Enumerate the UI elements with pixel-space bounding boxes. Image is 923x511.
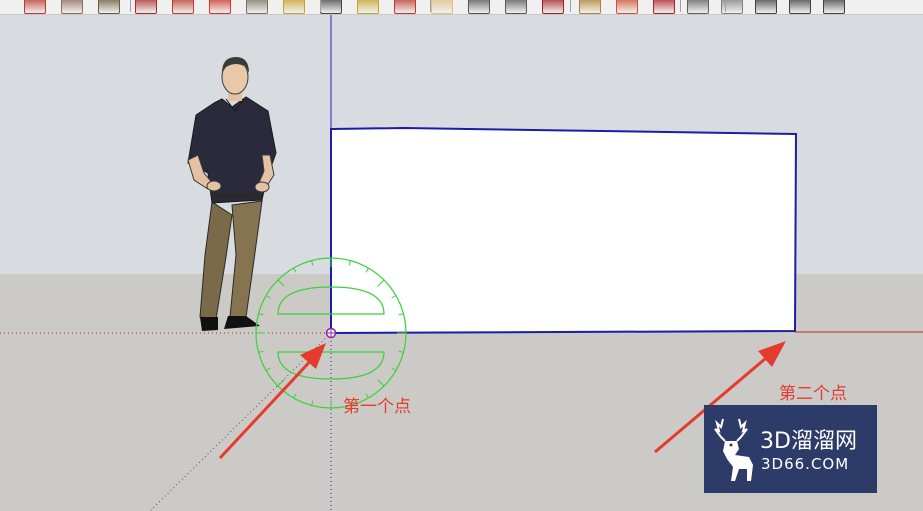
toolbar-separator <box>320 0 321 12</box>
first-point-marker <box>325 327 337 339</box>
axes-tool-icon[interactable] <box>357 0 379 14</box>
back-view-icon[interactable] <box>823 0 845 14</box>
rotate-tool-icon[interactable] <box>209 0 231 14</box>
previous-view-icon[interactable] <box>542 0 564 14</box>
front-view-icon[interactable] <box>755 0 777 14</box>
toolbar-separator <box>680 0 681 12</box>
main-toolbar <box>0 0 923 15</box>
iso-view-icon[interactable] <box>687 0 709 14</box>
eraser-tool-icon[interactable] <box>61 0 83 14</box>
text-tool-icon[interactable] <box>320 0 342 14</box>
toolbar-separator <box>130 0 131 12</box>
offset-tool-icon[interactable] <box>246 0 268 14</box>
watermark-title: 3D溜溜网 <box>760 429 857 454</box>
pan-tool-icon[interactable] <box>431 0 453 14</box>
push-pull-icon[interactable] <box>135 0 157 14</box>
component-icon[interactable] <box>653 0 675 14</box>
orbit-tool-icon[interactable] <box>394 0 416 14</box>
second-point-label: 第二个点 <box>779 384 847 404</box>
move-tool-icon[interactable] <box>172 0 194 14</box>
watermark-subtitle: 3D66.COM <box>761 455 850 473</box>
toolbar-separator <box>430 0 431 12</box>
toolbar-separator <box>725 0 726 12</box>
right-view-icon[interactable] <box>789 0 811 14</box>
3d-warehouse-icon[interactable] <box>616 0 638 14</box>
toolbar-separator <box>570 0 571 12</box>
select-tool-icon[interactable] <box>24 0 46 14</box>
first-point-label: 第一个点 <box>343 397 411 417</box>
next-view-icon[interactable] <box>579 0 601 14</box>
zoom-extents-icon[interactable] <box>505 0 527 14</box>
rectangle-face[interactable] <box>330 126 798 335</box>
zoom-tool-icon[interactable] <box>468 0 490 14</box>
tape-measure-icon[interactable] <box>283 0 305 14</box>
paint-bucket-icon[interactable] <box>98 0 120 14</box>
deer-logo-icon <box>714 418 753 481</box>
watermark-badge: 3D溜溜网 3D66.COM <box>704 405 877 493</box>
